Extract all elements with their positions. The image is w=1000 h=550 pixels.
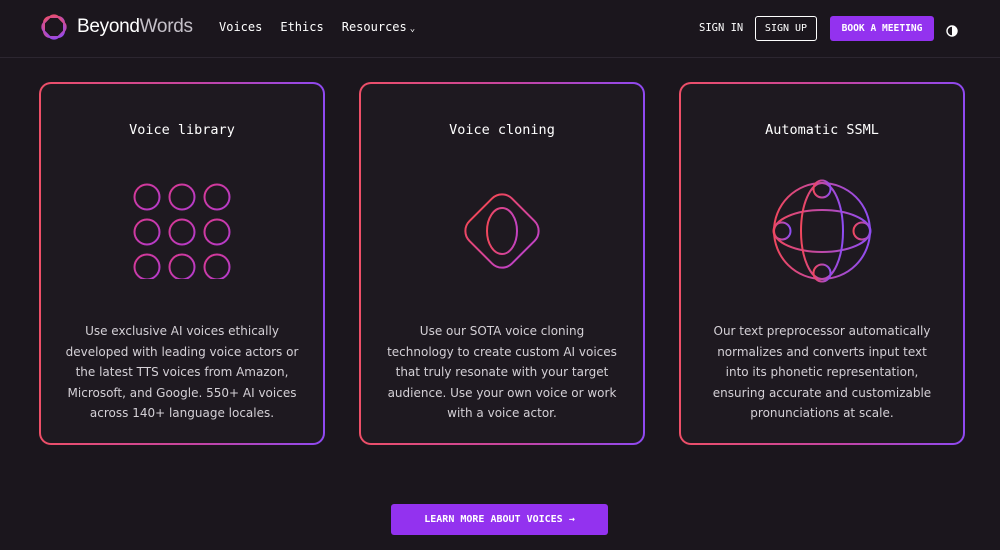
card-title: Voice library (129, 122, 235, 138)
brand-name-part1: Beyond (77, 16, 140, 37)
cta-label: LEARN MORE ABOUT VOICES (424, 514, 563, 525)
card-icon-wrap (361, 179, 643, 283)
feature-card-automatic-ssml: Automatic SSML Our text preprocessor aut… (679, 82, 965, 445)
feature-card-voice-library: Voice library Use exclusive AI voices et… (39, 82, 325, 445)
chevron-down-icon: ⌄ (409, 24, 416, 34)
card-title: Automatic SSML (765, 122, 879, 138)
card-title: Voice cloning (449, 122, 555, 138)
theme-toggle-button[interactable] (946, 22, 958, 41)
dot-grid-icon (133, 183, 231, 279)
card-description: Our text preprocessor automatically norm… (712, 324, 932, 420)
card-description: Use exclusive AI voices ethically develo… (65, 324, 299, 420)
main-nav: Voices Ethics Resources ⌄ (219, 20, 415, 34)
beyondwords-logo-icon (41, 14, 67, 40)
arrow-right-icon: → (568, 514, 575, 525)
top-navigation-bar: BeyondWords Voices Ethics Resources ⌄ SIG… (0, 0, 1000, 58)
feature-card-body: Voice library Use exclusive AI voices et… (41, 84, 323, 443)
diamond-voice-icon (464, 193, 540, 269)
feature-card-voice-cloning: Voice cloning Use our SOTA voice cloning… (359, 82, 645, 445)
brand-name: BeyondWords (77, 16, 193, 38)
feature-card-body: Automatic SSML Our text preprocessor aut… (681, 84, 963, 443)
nav-item-ethics[interactable]: Ethics (280, 20, 323, 34)
brand-name-part2: Words (139, 16, 193, 37)
nav-item-resources-label: Resources (341, 20, 407, 34)
card-description: Use our SOTA voice cloning technology to… (387, 324, 617, 420)
sign-up-button[interactable]: SIGN UP (755, 16, 817, 41)
feature-card-body: Voice cloning Use our SOTA voice cloning… (361, 84, 643, 443)
globe-icon (772, 179, 872, 283)
brand-logo[interactable]: BeyondWords (41, 14, 193, 40)
contrast-icon (946, 25, 958, 37)
book-meeting-button[interactable]: BOOK A MEETING (830, 16, 934, 41)
sign-in-link[interactable]: SIGN IN (699, 22, 743, 34)
nav-item-resources[interactable]: Resources ⌄ (342, 20, 415, 34)
card-icon-wrap (41, 179, 323, 279)
nav-item-voices[interactable]: Voices (219, 20, 262, 34)
learn-more-voices-button[interactable]: LEARN MORE ABOUT VOICES → (391, 504, 608, 535)
card-icon-wrap (681, 179, 963, 283)
